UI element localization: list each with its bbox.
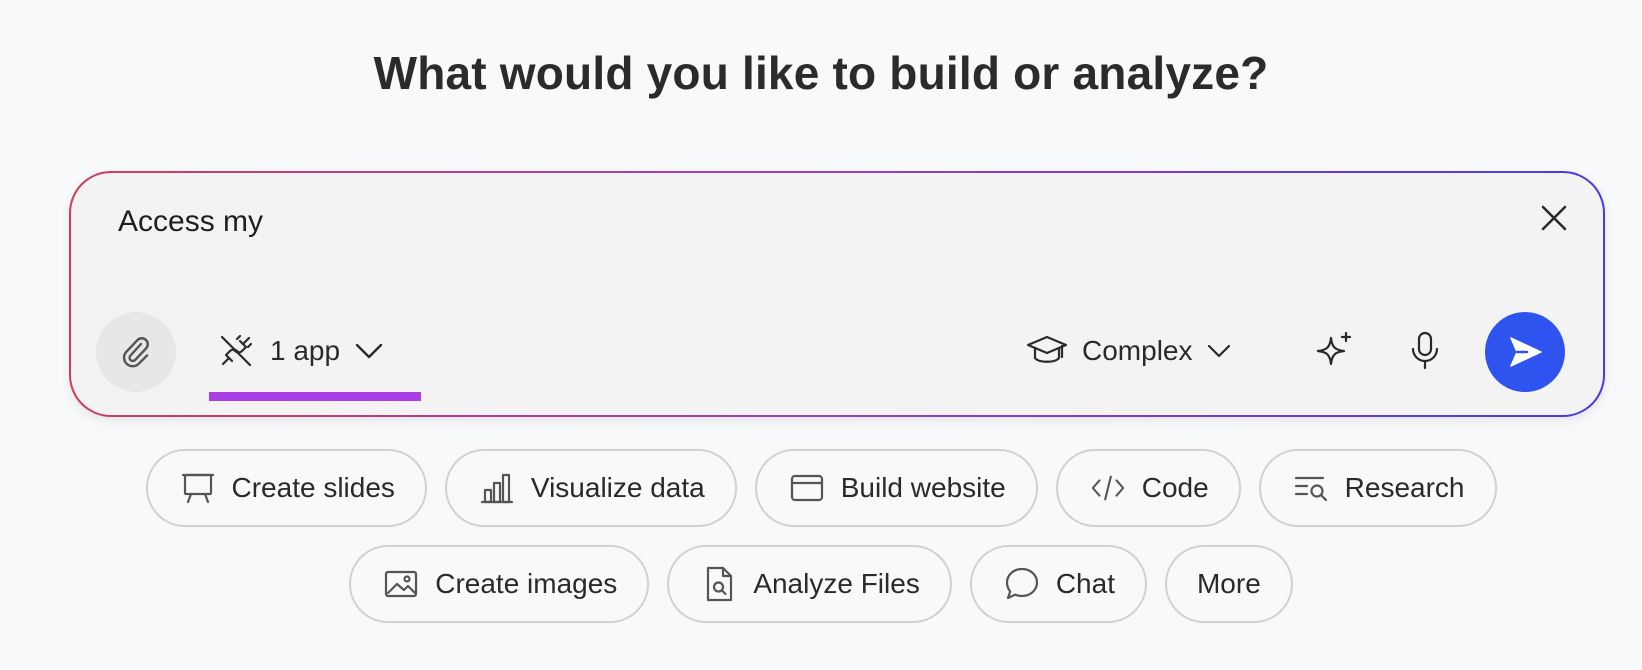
apps-selector-label: 1 app <box>270 335 341 366</box>
build-website-button[interactable]: Build website <box>754 449 1038 527</box>
code-button[interactable]: Code <box>1055 449 1241 527</box>
code-icon <box>1090 470 1126 506</box>
bar-chart-icon <box>479 470 515 506</box>
send-button[interactable] <box>1485 312 1565 392</box>
apps-selector-highlight <box>209 392 421 401</box>
analyze-files-label: Analyze Files <box>753 568 920 599</box>
mode-selector[interactable]: Complex <box>1026 321 1232 381</box>
suggestion-row-2: Create images Analyze Files Chat More <box>0 545 1642 623</box>
more-button[interactable]: More <box>1164 545 1293 623</box>
suggestion-row-1: Create slides Visualize data Build websi… <box>0 449 1642 527</box>
plug-disconnected-icon <box>216 331 256 371</box>
mode-selector-label: Complex <box>1082 335 1193 366</box>
create-images-button[interactable]: Create images <box>349 545 650 623</box>
chat-label: Chat <box>1055 568 1115 599</box>
create-slides-button[interactable]: Create slides <box>145 449 427 527</box>
build-website-label: Build website <box>840 472 1006 503</box>
sparkle-icon <box>1314 329 1356 371</box>
prompt-input[interactable] <box>118 205 1418 239</box>
attach-button[interactable] <box>96 312 176 392</box>
paperclip-icon <box>118 334 154 370</box>
prompt-composer-body: 1 app Complex <box>71 173 1603 415</box>
microphone-icon <box>1408 330 1442 370</box>
research-label: Research <box>1344 472 1465 503</box>
enhance-prompt-button[interactable] <box>1311 326 1359 374</box>
file-search-icon <box>701 566 737 602</box>
visualize-data-button[interactable]: Visualize data <box>444 449 737 527</box>
chevron-down-icon <box>1206 342 1232 360</box>
close-icon <box>1539 203 1569 233</box>
page-title: What would you like to build or analyze? <box>373 47 1269 99</box>
apps-selector[interactable]: 1 app <box>216 321 384 381</box>
microphone-button[interactable] <box>1401 326 1449 374</box>
presentation-icon <box>180 470 216 506</box>
visualize-data-label: Visualize data <box>530 472 705 503</box>
code-label: Code <box>1141 472 1209 503</box>
send-arrow-icon <box>1505 332 1545 372</box>
chat-bubble-icon <box>1004 566 1040 602</box>
browser-window-icon <box>789 470 825 506</box>
research-button[interactable]: Research <box>1258 449 1497 527</box>
prompt-composer: 1 app Complex <box>69 171 1605 417</box>
create-images-label: Create images <box>435 568 618 599</box>
analyze-files-button[interactable]: Analyze Files <box>667 545 952 623</box>
chevron-down-icon <box>354 341 384 361</box>
more-label: More <box>1196 568 1261 599</box>
research-icon <box>1293 470 1329 506</box>
create-slides-label: Create slides <box>231 472 395 503</box>
image-icon <box>383 566 419 602</box>
chat-button[interactable]: Chat <box>969 545 1147 623</box>
clear-button[interactable] <box>1533 197 1575 239</box>
graduation-cap-icon <box>1026 333 1068 369</box>
